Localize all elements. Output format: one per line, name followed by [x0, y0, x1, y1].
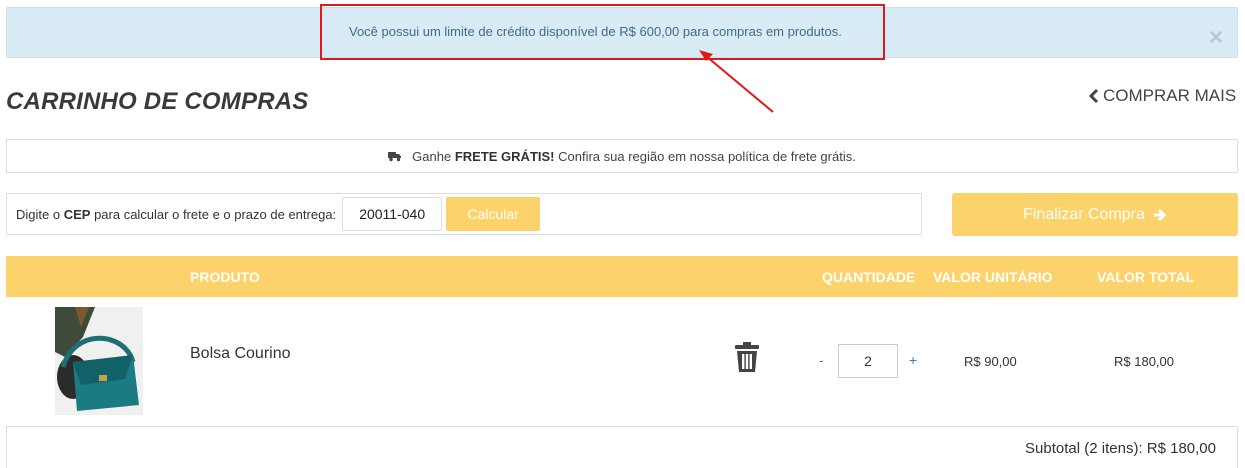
quantity-input[interactable]	[838, 344, 898, 378]
cep-input[interactable]	[342, 197, 443, 231]
quantity-decrease-button[interactable]: -	[819, 352, 824, 368]
cep-label-bold: CEP	[63, 206, 91, 222]
header-product: PRODUTO	[190, 269, 260, 285]
trash-icon[interactable]	[734, 341, 760, 378]
free-shipping-highlight: FRETE GRÁTIS!	[454, 148, 555, 164]
checkout-button[interactable]: Finalizar Compra	[952, 193, 1238, 236]
free-shipping-suffix: Confira sua região em nossa política de …	[558, 148, 856, 164]
free-shipping-prefix: Ganhe	[412, 148, 452, 164]
cep-label-suffix: para calcular o frete e o prazo de entre…	[94, 206, 337, 222]
cart-table-header: PRODUTO QUANTIDADE VALOR UNITÁRIO VALOR …	[6, 256, 1238, 297]
subtotal-box: Subtotal (2 itens): R$ 180,00	[6, 426, 1238, 468]
arrow-right-icon	[1153, 208, 1167, 221]
header-quantity: QUANTIDADE	[822, 269, 916, 285]
quantity-increase-button[interactable]: +	[909, 352, 917, 368]
chevron-left-icon	[1088, 88, 1099, 104]
unit-price: R$ 90,00	[964, 354, 1017, 369]
header-unit-price: VALOR UNITÁRIO	[933, 269, 1053, 285]
cep-label-prefix: Digite o	[16, 206, 61, 222]
cep-label: Digite o CEP para calcular o frete e o p…	[16, 207, 336, 222]
handbag-photo	[55, 307, 143, 415]
alert-message: Você possui um limite de crédito disponí…	[349, 24, 842, 39]
buy-more-label: COMPRAR MAIS	[1103, 86, 1237, 105]
page-title: CARRINHO DE COMPRAS	[6, 88, 309, 115]
product-image[interactable]	[55, 307, 143, 415]
truck-icon	[388, 151, 402, 161]
shipping-calculator: Digite o CEP para calcular o frete e o p…	[6, 193, 922, 235]
close-icon[interactable]: ×	[1209, 26, 1223, 50]
total-price: R$ 180,00	[1114, 354, 1174, 369]
calculate-button[interactable]: Calcular	[446, 197, 541, 231]
free-shipping-text: Ganhe FRETE GRÁTIS! Confira sua região e…	[412, 149, 856, 164]
header-total-price: VALOR TOTAL	[1097, 269, 1195, 285]
table-row: Bolsa Courino - + R$ 90,00 R$ 180,00	[6, 297, 1238, 426]
subtotal-text: Subtotal (2 itens): R$ 180,00	[1025, 440, 1216, 457]
free-shipping-banner: Ganhe FRETE GRÁTIS! Confira sua região e…	[6, 139, 1238, 173]
buy-more-link[interactable]: COMPRAR MAIS	[1088, 86, 1236, 106]
checkout-label: Finalizar Compra	[1023, 205, 1145, 223]
product-name: Bolsa Courino	[190, 345, 291, 362]
